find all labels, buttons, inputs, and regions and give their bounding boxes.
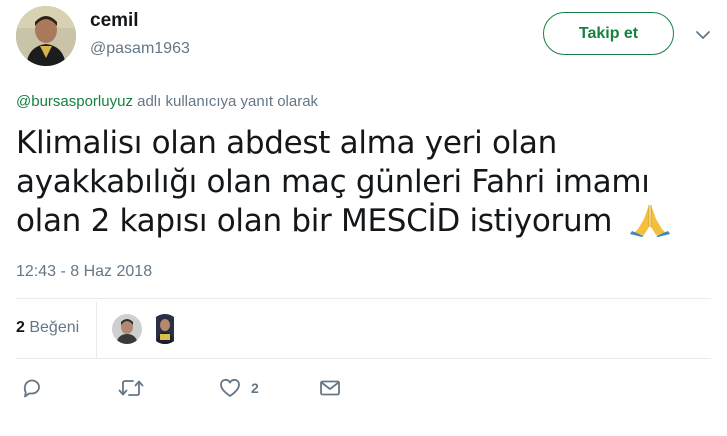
reply-mention-link[interactable]: @bursasporluyuz [16,93,133,110]
avatar[interactable] [16,6,76,66]
display-name[interactable]: cemil [90,10,139,32]
envelope-icon [320,380,340,396]
liker-avatar[interactable] [112,314,142,344]
liker-avatar[interactable] [150,314,180,344]
tweet-timestamp[interactable]: 12:43 - 8 Haz 2018 [16,263,152,281]
direct-message-button[interactable] [319,376,341,400]
reply-context-text: adlı kullanıcıya yanıt olarak [132,93,319,110]
heart-icon [220,378,240,397]
avatar-photo [16,6,76,66]
retweet-button[interactable] [118,376,144,400]
likes-label: Beğeni [29,319,80,336]
reply-button[interactable] [21,376,43,400]
divider [16,298,711,299]
likes-count: 2 [16,319,25,336]
reply-context: @bursasporluyuz adlı kullanıcıya yanıt o… [16,93,318,110]
follow-button[interactable]: Takip et [543,12,674,55]
folded-hands-icon [630,203,671,247]
chevron-down-icon[interactable] [694,26,712,44]
reply-icon [23,379,40,398]
user-handle[interactable]: @pasam1963 [90,40,190,58]
like-count: 2 [251,380,259,396]
retweet-icon [118,380,144,396]
like-button[interactable]: 2 [219,376,259,400]
tweet-text-content: Klimalisı olan abdest alma yeri olan aya… [16,125,650,239]
divider [16,358,711,359]
tweet-text: Klimalisı olan abdest alma yeri olan aya… [16,124,706,247]
likes-stat[interactable]: 2 Beğeni [16,319,79,337]
stat-separator [96,302,97,358]
